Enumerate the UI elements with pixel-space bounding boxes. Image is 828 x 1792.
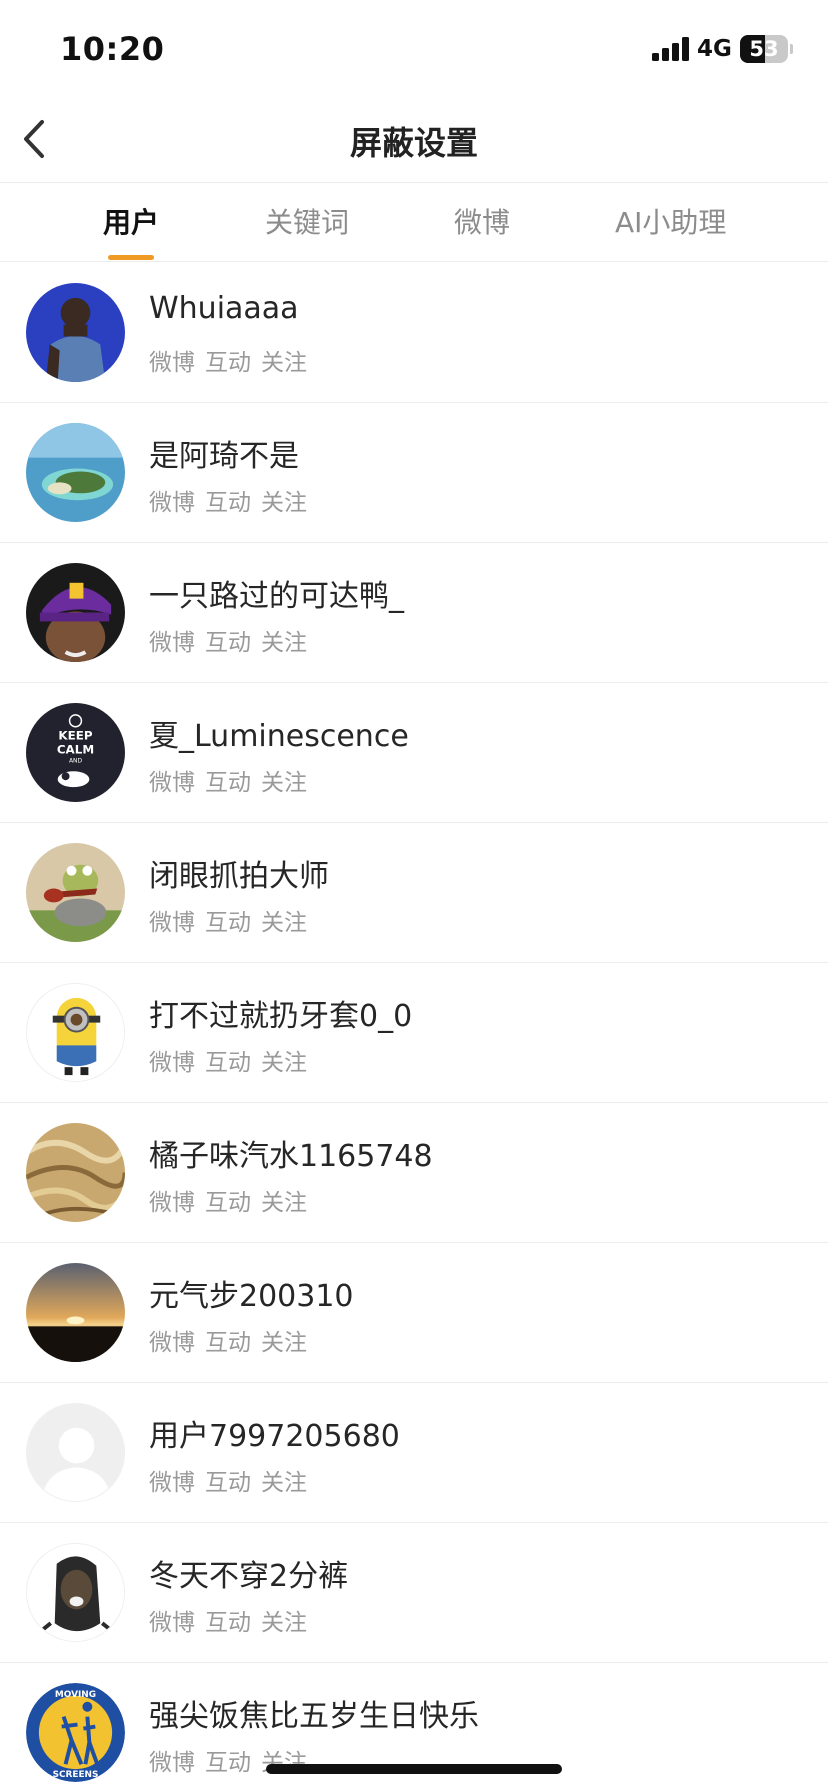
- user-block-scope: 微博 互动 关注: [149, 1463, 317, 1497]
- user-block-scope: 微博 互动 关注: [149, 1183, 317, 1217]
- user-name: 夏_Luminescence: [149, 719, 409, 754]
- tag-follow: 关注: [261, 1190, 307, 1216]
- avatar[interactable]: [26, 843, 125, 942]
- tab-keywords[interactable]: 关键词: [265, 184, 349, 262]
- tag-follow: 关注: [261, 1050, 307, 1076]
- user-name: 橘子味汽水1165748: [149, 1139, 433, 1174]
- avatar[interactable]: [26, 983, 125, 1082]
- tag-follow: 关注: [261, 770, 307, 796]
- screen: 10:20 4G 53 屏蔽设置 用户 关键词 微博 AI小助理 Whuiaaa…: [0, 0, 828, 1792]
- user-name: Whuiaaaa: [149, 291, 299, 326]
- tab-weibo[interactable]: 微博: [454, 184, 510, 262]
- tag-weibo: 微博: [149, 1610, 195, 1636]
- tag-weibo: 微博: [149, 630, 195, 656]
- avatar[interactable]: [26, 423, 125, 522]
- user-block-scope: 微博 互动 关注: [149, 623, 317, 657]
- tag-interaction: 互动: [205, 1190, 251, 1216]
- status-time: 10:20: [60, 30, 165, 68]
- user-name: 用户7997205680: [149, 1419, 400, 1454]
- signal-icon: [652, 37, 690, 61]
- list-item[interactable]: 橘子味汽水1165748 微博 互动 关注: [0, 1103, 828, 1243]
- user-name: 打不过就扔牙套0_0: [149, 999, 413, 1034]
- tag-weibo: 微博: [149, 770, 195, 796]
- avatar[interactable]: [26, 283, 125, 382]
- tag-weibo: 微博: [149, 1050, 195, 1076]
- user-block-scope: 微博 互动 关注: [149, 1043, 317, 1077]
- moving-screens-text: MOVING: [55, 1690, 96, 1700]
- list-item[interactable]: 用户7997205680 微博 互动 关注: [0, 1383, 828, 1523]
- avatar[interactable]: [26, 563, 125, 662]
- user-name: 元气步200310: [149, 1279, 354, 1314]
- tag-interaction: 互动: [205, 910, 251, 936]
- tag-follow: 关注: [261, 1470, 307, 1496]
- avatar[interactable]: [26, 1403, 125, 1502]
- list-item[interactable]: 冬天不穿2分裤 微博 互动 关注: [0, 1523, 828, 1663]
- tag-interaction: 互动: [205, 1330, 251, 1356]
- tag-follow: 关注: [261, 630, 307, 656]
- avatar[interactable]: [26, 1263, 125, 1362]
- user-block-scope: 微博 互动 关注: [149, 483, 317, 517]
- tag-follow: 关注: [261, 490, 307, 516]
- tag-follow: 关注: [261, 1610, 307, 1636]
- avatar[interactable]: KEEP CALM AND: [26, 703, 125, 802]
- user-name: 是阿琦不是: [149, 439, 299, 474]
- tag-interaction: 互动: [205, 630, 251, 656]
- tag-interaction: 互动: [205, 1610, 251, 1636]
- moving-screens-text: SCREENS: [53, 1770, 99, 1780]
- tag-interaction: 互动: [205, 350, 251, 376]
- list-item[interactable]: 元气步200310 微博 互动 关注: [0, 1243, 828, 1383]
- default-avatar-icon: [27, 1404, 124, 1501]
- page-title: 屏蔽设置: [349, 124, 478, 162]
- user-block-scope: 微博 互动 关注: [149, 903, 317, 937]
- user-block-scope: 微博 互动 关注: [149, 1603, 317, 1637]
- user-block-scope: 微博 互动 关注: [149, 763, 317, 797]
- list-item[interactable]: 一只路过的可达鸭_ 微博 互动 关注: [0, 543, 828, 683]
- tag-interaction: 互动: [205, 1750, 251, 1776]
- avatar[interactable]: [26, 1123, 125, 1222]
- user-block-scope: 微博 互动 关注: [149, 1323, 317, 1357]
- tag-weibo: 微博: [149, 1190, 195, 1216]
- tag-interaction: 互动: [205, 770, 251, 796]
- keep-calm-text: KEEP: [58, 729, 92, 743]
- battery-tip: [790, 44, 793, 54]
- list-item[interactable]: Whuiaaaa 微博 互动 关注: [0, 263, 828, 403]
- tag-follow: 关注: [261, 350, 307, 376]
- home-indicator: [266, 1764, 562, 1774]
- tag-follow: 关注: [261, 910, 307, 936]
- avatar[interactable]: MOVING SCREENS: [26, 1683, 125, 1782]
- battery-level: 53: [749, 37, 779, 61]
- tag-follow: 关注: [261, 1330, 307, 1356]
- user-block-scope: 微博 互动 关注: [149, 343, 317, 377]
- list-item[interactable]: 是阿琦不是 微博 互动 关注: [0, 403, 828, 543]
- tab-users[interactable]: 用户: [103, 184, 159, 262]
- tag-weibo: 微博: [149, 1330, 195, 1356]
- tag-interaction: 互动: [205, 490, 251, 516]
- tag-weibo: 微博: [149, 490, 195, 516]
- keep-calm-text: AND: [69, 757, 83, 764]
- tag-weibo: 微博: [149, 1750, 195, 1776]
- blocked-user-list: Whuiaaaa 微博 互动 关注 是阿琦不是 微博 互动 关注 一只路过的可达…: [0, 263, 828, 1792]
- tag-weibo: 微博: [149, 350, 195, 376]
- tag-weibo: 微博: [149, 910, 195, 936]
- tab-bar: 用户 关键词 微博 AI小助理: [0, 184, 828, 262]
- user-name: 冬天不穿2分裤: [149, 1559, 349, 1594]
- tag-interaction: 互动: [205, 1050, 251, 1076]
- user-name: 闭眼抓拍大师: [149, 859, 329, 894]
- list-item[interactable]: 打不过就扔牙套0_0 微博 互动 关注: [0, 963, 828, 1103]
- avatar[interactable]: [26, 1543, 125, 1642]
- network-type: 4G: [697, 36, 732, 62]
- list-item[interactable]: 闭眼抓拍大师 微博 互动 关注: [0, 823, 828, 963]
- user-name: 一只路过的可达鸭_: [149, 579, 404, 614]
- status-bar: 10:20 4G 53: [0, 0, 828, 100]
- user-name: 强尖饭焦比五岁生日快乐: [149, 1699, 479, 1734]
- list-item[interactable]: KEEP CALM AND 夏_Luminescence 微博 互动 关注: [0, 683, 828, 823]
- active-tab-indicator: [108, 255, 154, 260]
- nav-bar: 屏蔽设置: [0, 100, 828, 183]
- tab-ai-assistant[interactable]: AI小助理: [615, 184, 726, 262]
- battery-icon: 53: [740, 35, 788, 63]
- tag-interaction: 互动: [205, 1470, 251, 1496]
- tag-weibo: 微博: [149, 1470, 195, 1496]
- keep-calm-text: CALM: [57, 742, 94, 756]
